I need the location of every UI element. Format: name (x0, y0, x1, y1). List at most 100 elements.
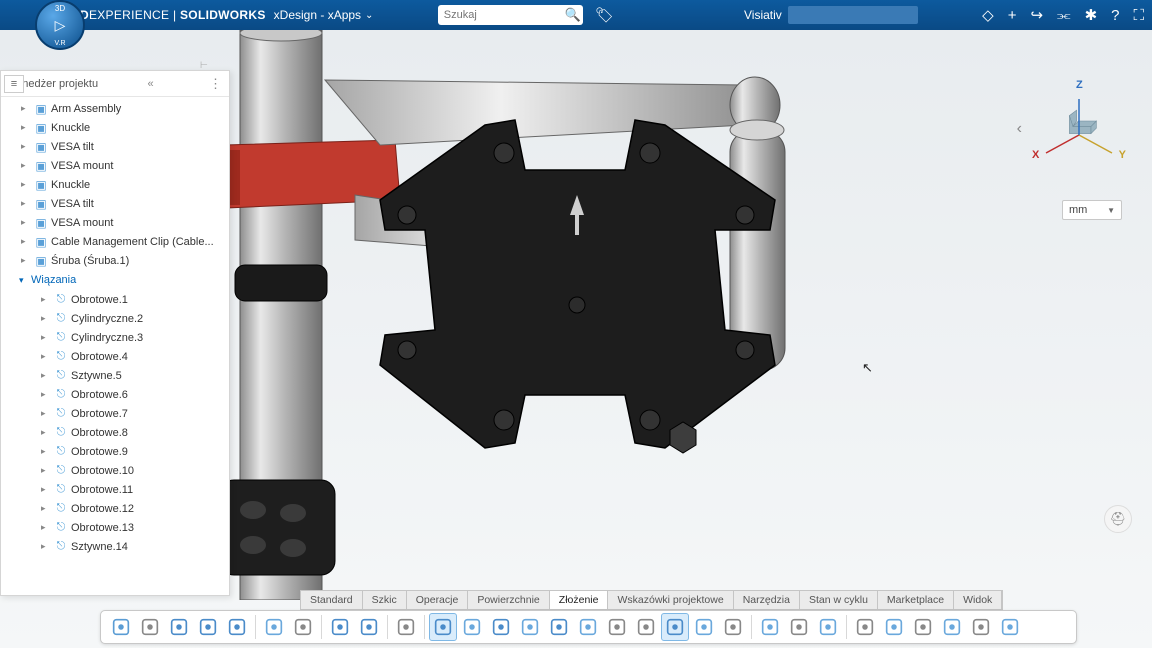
command-tabs: StandardSzkicOperacjePowierzchnieZłożeni… (300, 590, 1003, 610)
section-icon[interactable] (785, 613, 813, 641)
config-icon[interactable] (719, 613, 747, 641)
move-icon[interactable] (545, 613, 573, 641)
tree-mate-item[interactable]: ▸⎋Obrotowe.8 (41, 423, 229, 442)
help-icon[interactable]: ? (1111, 7, 1119, 24)
tree-mate-item[interactable]: ▸⎋Sztywne.14 (41, 537, 229, 556)
save-as-icon[interactable] (194, 613, 222, 641)
tag-icon[interactable]: 🏷 (595, 6, 614, 24)
help-icon[interactable] (392, 613, 420, 641)
tree-body[interactable]: ▸▣Arm Assembly▸▣Knuckle▸▣VESA tilt▸▣VESA… (1, 97, 229, 595)
tree-mates-section[interactable]: ▾Wiązania (1, 270, 229, 290)
notification-icon[interactable]: ◇ (982, 6, 994, 24)
design-tree-panel: Menedżer projektu « ⋮ ▸▣Arm Assembly▸▣Kn… (0, 70, 230, 596)
tree-part-item[interactable]: ▸▣Śruba (Śruba.1) (1, 251, 229, 270)
share-icon[interactable]: ↪ (1030, 6, 1043, 24)
brand-title: 3DEXPERIENCE | SOLIDWORKS (73, 8, 266, 22)
tab-narzędzia[interactable]: Narzędzia (734, 591, 800, 609)
tree-part-item[interactable]: ▸▣Knuckle (1, 175, 229, 194)
tree-part-item[interactable]: ▸▣VESA tilt (1, 137, 229, 156)
top-header: 3DEXPERIENCE | SOLIDWORKS xDesign - xApp… (0, 0, 1152, 30)
tab-widok[interactable]: Widok (954, 591, 1002, 609)
measure-icon[interactable] (756, 613, 784, 641)
tree-part-item[interactable]: ▸▣VESA mount (1, 156, 229, 175)
replace-icon[interactable] (690, 613, 718, 641)
user-badge[interactable] (788, 6, 918, 24)
view-cube-icon[interactable] (851, 613, 879, 641)
tree-part-item[interactable]: ▸▣VESA tilt (1, 194, 229, 213)
apps-icon[interactable]: ✱ (1085, 6, 1098, 24)
pattern-icon[interactable] (516, 613, 544, 641)
tree-mate-item[interactable]: ▸⎋Obrotowe.7 (41, 404, 229, 423)
network-icon[interactable]: ⫘ (1057, 7, 1071, 24)
tree-toggle[interactable]: ≡ (4, 75, 24, 93)
tree-mate-item[interactable]: ▸⎋Obrotowe.12 (41, 499, 229, 518)
tree-part-item[interactable]: ▸▣Cable Management Clip (Cable... (1, 232, 229, 251)
link-icon[interactable] (661, 613, 689, 641)
tree-mate-item[interactable]: ▸⎋Obrotowe.13 (41, 518, 229, 537)
tab-stan-w-cyklu[interactable]: Stan w cyklu (800, 591, 878, 609)
tab-złożenie[interactable]: Złożenie (550, 591, 609, 609)
unit-selector[interactable]: mm (1062, 200, 1122, 220)
chevron-down-icon[interactable]: ⌄ (365, 10, 373, 21)
capture-icon[interactable] (996, 613, 1024, 641)
add-icon[interactable]: + (1008, 7, 1017, 24)
tree-mate-item[interactable]: ▸⎋Cylindryczne.3 (41, 328, 229, 347)
tab-operacje[interactable]: Operacje (407, 591, 469, 609)
tree-menu-icon[interactable]: ⋮ (209, 76, 223, 92)
redo-icon[interactable] (355, 613, 383, 641)
fullscreen-icon[interactable]: ⛶ (1133, 7, 1144, 24)
view-prev-icon[interactable]: ‹ (1017, 120, 1022, 138)
tree-mate-item[interactable]: ▸⎋Obrotowe.9 (41, 442, 229, 461)
settings-icon[interactable] (289, 613, 317, 641)
display-icon[interactable] (880, 613, 908, 641)
bottom-toolbar (100, 610, 1077, 644)
tab-standard[interactable]: Standard (301, 591, 363, 609)
tree-mate-item[interactable]: ▸⎋Sztywne.5 (41, 366, 229, 385)
undo-icon[interactable] (326, 613, 354, 641)
save-icon[interactable] (165, 613, 193, 641)
app-name[interactable]: xDesign - xApps (274, 8, 361, 22)
vr-mode-icon[interactable]: ⛑ (1104, 505, 1132, 533)
tree-part-item[interactable]: ▸▣Knuckle (1, 118, 229, 137)
scene-icon[interactable] (967, 613, 995, 641)
tree-mate-item[interactable]: ▸⎋Obrotowe.10 (41, 461, 229, 480)
insert-comp-icon[interactable] (458, 613, 486, 641)
new-part-icon[interactable] (107, 613, 135, 641)
unit-value: mm (1069, 204, 1087, 216)
render-icon[interactable] (909, 613, 937, 641)
attach-icon[interactable] (632, 613, 660, 641)
tree-mate-item[interactable]: ▸⎋Obrotowe.1 (41, 290, 229, 309)
tree-mate-item[interactable]: ▸⎋Cylindryczne.2 (41, 309, 229, 328)
tree-collapse-icon[interactable]: « (147, 78, 153, 90)
explode-icon[interactable] (574, 613, 602, 641)
appearance-icon[interactable] (814, 613, 842, 641)
refresh-icon[interactable] (223, 613, 251, 641)
search-input[interactable] (438, 5, 583, 25)
mate-icon[interactable] (487, 613, 515, 641)
tab-powierzchnie[interactable]: Powierzchnie (468, 591, 549, 609)
tab-szkic[interactable]: Szkic (363, 591, 407, 609)
compass-south: V.R (54, 40, 65, 47)
cursor-icon: ↖ (862, 360, 873, 376)
tree-mate-item[interactable]: ▸⎋Obrotowe.4 (41, 347, 229, 366)
tree-header: Menedżer projektu « ⋮ (1, 71, 229, 97)
camera-icon[interactable] (938, 613, 966, 641)
user-name[interactable]: Visiativ (744, 8, 782, 22)
sketch-icon[interactable] (429, 613, 457, 641)
copy-icon[interactable] (603, 613, 631, 641)
tab-wskazówki-projektowe[interactable]: Wskazówki projektowe (608, 591, 733, 609)
search-icon[interactable]: 🔍 (565, 7, 581, 23)
tree-mate-item[interactable]: ▸⎋Obrotowe.11 (41, 480, 229, 499)
tab-marketplace[interactable]: Marketplace (878, 591, 954, 609)
header-actions: ◇ + ↪ ⫘ ✱ ? ⛶ (982, 6, 1144, 24)
open-icon[interactable] (136, 613, 164, 641)
compass[interactable]: 3D V.R (35, 0, 85, 50)
tree-part-item[interactable]: ▸▣VESA mount (1, 213, 229, 232)
axis-x-label: X (1032, 149, 1039, 161)
axis-y-label: Y (1119, 149, 1126, 161)
orientation-gizmo[interactable]: X Y Z (1034, 85, 1124, 175)
tree-mate-item[interactable]: ▸⎋Obrotowe.6 (41, 385, 229, 404)
search-wrap: 🔍 🏷 (438, 5, 614, 25)
tree-part-item[interactable]: ▸▣Arm Assembly (1, 99, 229, 118)
properties-icon[interactable] (260, 613, 288, 641)
